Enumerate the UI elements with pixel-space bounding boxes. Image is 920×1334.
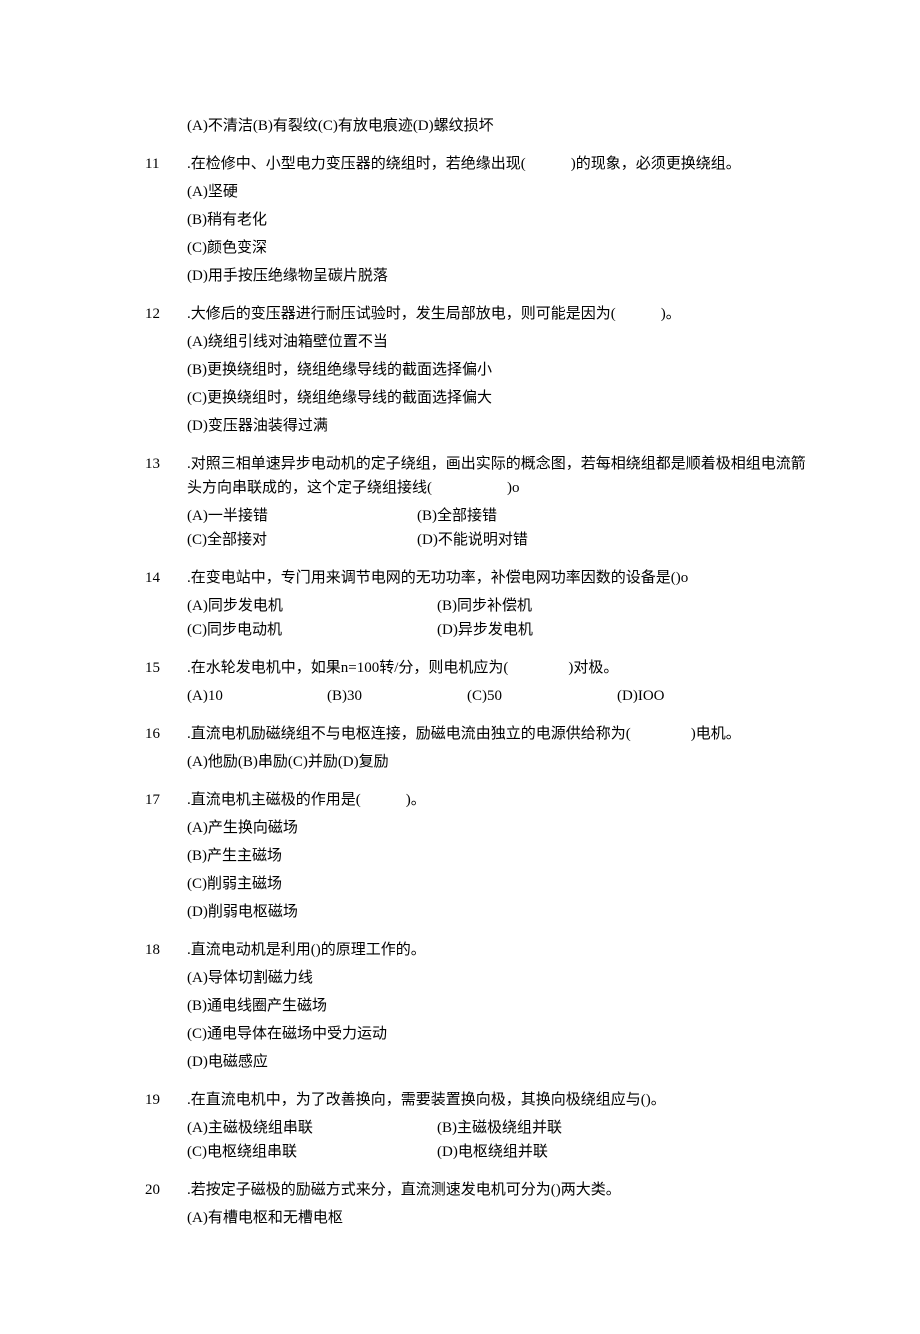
question-number: 18 xyxy=(145,938,187,962)
option: (A)主磁极绕组串联 xyxy=(187,1116,437,1140)
question-options: (A)导体切割磁力线 (B)通电线圈产生磁场 (C)通电导体在磁场中受力运动 (D)电… xyxy=(187,966,830,1074)
question-number: 16 xyxy=(145,722,187,746)
question: 18.直流电动机是利用()的原理工作的。 (A)导体切割磁力线 (B)通电线圈产生磁… xyxy=(145,938,830,1074)
question-number: 12 xyxy=(145,302,187,326)
option: (A)同步发电机 xyxy=(187,594,437,618)
option: (D)异步发电机 xyxy=(437,618,533,642)
option: (D)变压器油装得过满 xyxy=(187,414,830,438)
option: (D)电枢绕组并联 xyxy=(437,1140,548,1164)
option: (C)颜色变深 xyxy=(187,236,830,260)
question-line: 19.在直流电机中，为了改善换向，需要装置换向极，其换向极绕组应与()。 xyxy=(145,1088,830,1112)
option: (A)10 xyxy=(187,684,327,708)
question-number: 20 xyxy=(145,1178,187,1202)
question-line: 17.直流电机主磁极的作用是( )。 xyxy=(145,788,830,812)
question-stem: .在水轮发电机中，如果n=100转/分，则电机应为( )对极。 xyxy=(187,656,830,680)
option-inline: (A)他励(B)串励(C)并励(D)复励 xyxy=(187,750,830,774)
option: (A)一半接错 xyxy=(187,504,417,528)
question: 12.大修后的变压器进行耐压试验时，发生局部放电，则可能是因为( )。 (A)绕组… xyxy=(145,302,830,438)
option: (A)产生换向磁场 xyxy=(187,816,830,840)
question-options: (A)他励(B)串励(C)并励(D)复励 xyxy=(187,750,830,774)
option: (D)用手按压绝缘物呈碳片脱落 xyxy=(187,264,830,288)
question-options: (A)有槽电枢和无槽电枢 xyxy=(187,1206,830,1230)
question-stem: .直流电动机是利用()的原理工作的。 xyxy=(187,938,830,962)
question-stem: .直流电机励磁绕组不与电枢连接，励磁电流由独立的电源供给称为( )电机。 xyxy=(187,722,830,746)
question: 15.在水轮发电机中，如果n=100转/分，则电机应为( )对极。 (A)10(B… xyxy=(145,656,830,708)
question-line: 12.大修后的变压器进行耐压试验时，发生局部放电，则可能是因为( )。 xyxy=(145,302,830,326)
question: 11.在检修中、小型电力变压器的绕组时，若绝缘出现( )的现象，必须更换绕组。 (… xyxy=(145,152,830,288)
question-options: (A)同步发电机(B)同步补偿机(C)同步电动机(D)异步发电机 xyxy=(187,594,830,642)
option-row: (C)全部接对(D)不能说明对错 xyxy=(187,528,830,552)
question-options: (A)绕组引线对油箱壁位置不当 (B)更换绕组时，绕组绝缘导线的截面选择偏小 (C)… xyxy=(187,330,830,438)
question-stem: .若按定子磁极的励磁方式来分，直流测速发电机可分为()两大类。 xyxy=(187,1178,830,1202)
question-line: 20.若按定子磁极的励磁方式来分，直流测速发电机可分为()两大类。 xyxy=(145,1178,830,1202)
question: 16.直流电机励磁绕组不与电枢连接，励磁电流由独立的电源供给称为( )电机。 (A… xyxy=(145,722,830,774)
question-stem: .对照三相单速异步电动机的定子绕组，画出实际的概念图，若每相绕组都是顺着极相组电… xyxy=(187,452,830,476)
question-number: 11 xyxy=(145,152,187,176)
question-stem: .直流电机主磁极的作用是( )。 xyxy=(187,788,830,812)
question: 20.若按定子磁极的励磁方式来分，直流测速发电机可分为()两大类。 (A)有槽电枢… xyxy=(145,1178,830,1230)
option: (B)产生主磁场 xyxy=(187,844,830,868)
option: (A)有槽电枢和无槽电枢 xyxy=(187,1206,830,1230)
option: (C)同步电动机 xyxy=(187,618,437,642)
question: (A)不清洁(B)有裂纹(C)有放电痕迹(D)螺纹损坏 xyxy=(145,114,830,138)
option: (C)通电导体在磁场中受力运动 xyxy=(187,1022,830,1046)
question: 19.在直流电机中，为了改善换向，需要装置换向极，其换向极绕组应与()。 (A)主… xyxy=(145,1088,830,1164)
option: (C)更换绕组时，绕组绝缘导线的截面选择偏大 xyxy=(187,386,830,410)
option: (B)全部接错 xyxy=(417,504,497,528)
option: (B)主磁极绕组并联 xyxy=(437,1116,562,1140)
option: (C)电枢绕组串联 xyxy=(187,1140,437,1164)
option: (B)同步补偿机 xyxy=(437,594,532,618)
question-line: 14.在变电站中，专门用来调节电网的无功功率，补偿电网功率因数的设备是()o xyxy=(145,566,830,590)
option: (B)通电线圈产生磁场 xyxy=(187,994,830,1018)
question-line: 15.在水轮发电机中，如果n=100转/分，则电机应为( )对极。 xyxy=(145,656,830,680)
question: 13.对照三相单速异步电动机的定子绕组，画出实际的概念图，若每相绕组都是顺着极相… xyxy=(145,452,830,552)
question-options: (A)一半接错(B)全部接错(C)全部接对(D)不能说明对错 xyxy=(187,504,830,552)
option: (D)不能说明对错 xyxy=(417,528,528,552)
option-row: (C)电枢绕组串联(D)电枢绕组并联 xyxy=(187,1140,830,1164)
option: (D)电磁感应 xyxy=(187,1050,830,1074)
question-line: 18.直流电动机是利用()的原理工作的。 xyxy=(145,938,830,962)
question-line: 16.直流电机励磁绕组不与电枢连接，励磁电流由独立的电源供给称为( )电机。 xyxy=(145,722,830,746)
option-row: (A)一半接错(B)全部接错 xyxy=(187,504,830,528)
question-number: 14 xyxy=(145,566,187,590)
question: 17.直流电机主磁极的作用是( )。 (A)产生换向磁场 (B)产生主磁场 (C)削弱… xyxy=(145,788,830,924)
option-row: (C)同步电动机(D)异步发电机 xyxy=(187,618,830,642)
option: (C)全部接对 xyxy=(187,528,417,552)
option-row: (A)主磁极绕组串联(B)主磁极绕组并联 xyxy=(187,1116,830,1140)
question-number: 15 xyxy=(145,656,187,680)
question-options: (A)主磁极绕组串联(B)主磁极绕组并联(C)电枢绕组串联(D)电枢绕组并联 xyxy=(187,1116,830,1164)
option-row: (A)10(B)30(C)50(D)IOO xyxy=(187,684,830,708)
option-row: (A)同步发电机(B)同步补偿机 xyxy=(187,594,830,618)
document-page: (A)不清洁(B)有裂纹(C)有放电痕迹(D)螺纹损坏11.在检修中、小型电力变… xyxy=(0,0,920,1334)
question-stem: .在检修中、小型电力变压器的绕组时，若绝缘出现( )的现象，必须更换绕组。 xyxy=(187,152,830,176)
question-options: (A)坚硬 (B)稍有老化 (C)颜色变深 (D)用手按压绝缘物呈碳片脱落 xyxy=(187,180,830,288)
question-line: 11.在检修中、小型电力变压器的绕组时，若绝缘出现( )的现象，必须更换绕组。 xyxy=(145,152,830,176)
option: (A)坚硬 xyxy=(187,180,830,204)
question-stem-continuation: 头方向串联成的，这个定子绕组接线( )o xyxy=(187,476,830,500)
question-stem: .大修后的变压器进行耐压试验时，发生局部放电，则可能是因为( )。 xyxy=(187,302,830,326)
question-options: (A)10(B)30(C)50(D)IOO xyxy=(187,684,830,708)
question-number: 13 xyxy=(145,452,187,476)
question-stem: .在直流电机中，为了改善换向，需要装置换向极，其换向极绕组应与()。 xyxy=(187,1088,830,1112)
option: (B)30 xyxy=(327,684,467,708)
option: (B)更换绕组时，绕组绝缘导线的截面选择偏小 xyxy=(187,358,830,382)
option: (D)IOO xyxy=(617,684,664,708)
option: (A)绕组引线对油箱壁位置不当 xyxy=(187,330,830,354)
question-line: 13.对照三相单速异步电动机的定子绕组，画出实际的概念图，若每相绕组都是顺着极相… xyxy=(145,452,830,476)
option: (A)导体切割磁力线 xyxy=(187,966,830,990)
option: (B)稍有老化 xyxy=(187,208,830,232)
option: (C)50 xyxy=(467,684,617,708)
question-stem: .在变电站中，专门用来调节电网的无功功率，补偿电网功率因数的设备是()o xyxy=(187,566,830,590)
option: (C)削弱主磁场 xyxy=(187,872,830,896)
question-number: 19 xyxy=(145,1088,187,1112)
question-option-inline: (A)不清洁(B)有裂纹(C)有放电痕迹(D)螺纹损坏 xyxy=(187,114,830,138)
question-number: 17 xyxy=(145,788,187,812)
option: (D)削弱电枢磁场 xyxy=(187,900,830,924)
question-options: (A)产生换向磁场 (B)产生主磁场 (C)削弱主磁场 (D)削弱电枢磁场 xyxy=(187,816,830,924)
question: 14.在变电站中，专门用来调节电网的无功功率，补偿电网功率因数的设备是()o (A… xyxy=(145,566,830,642)
